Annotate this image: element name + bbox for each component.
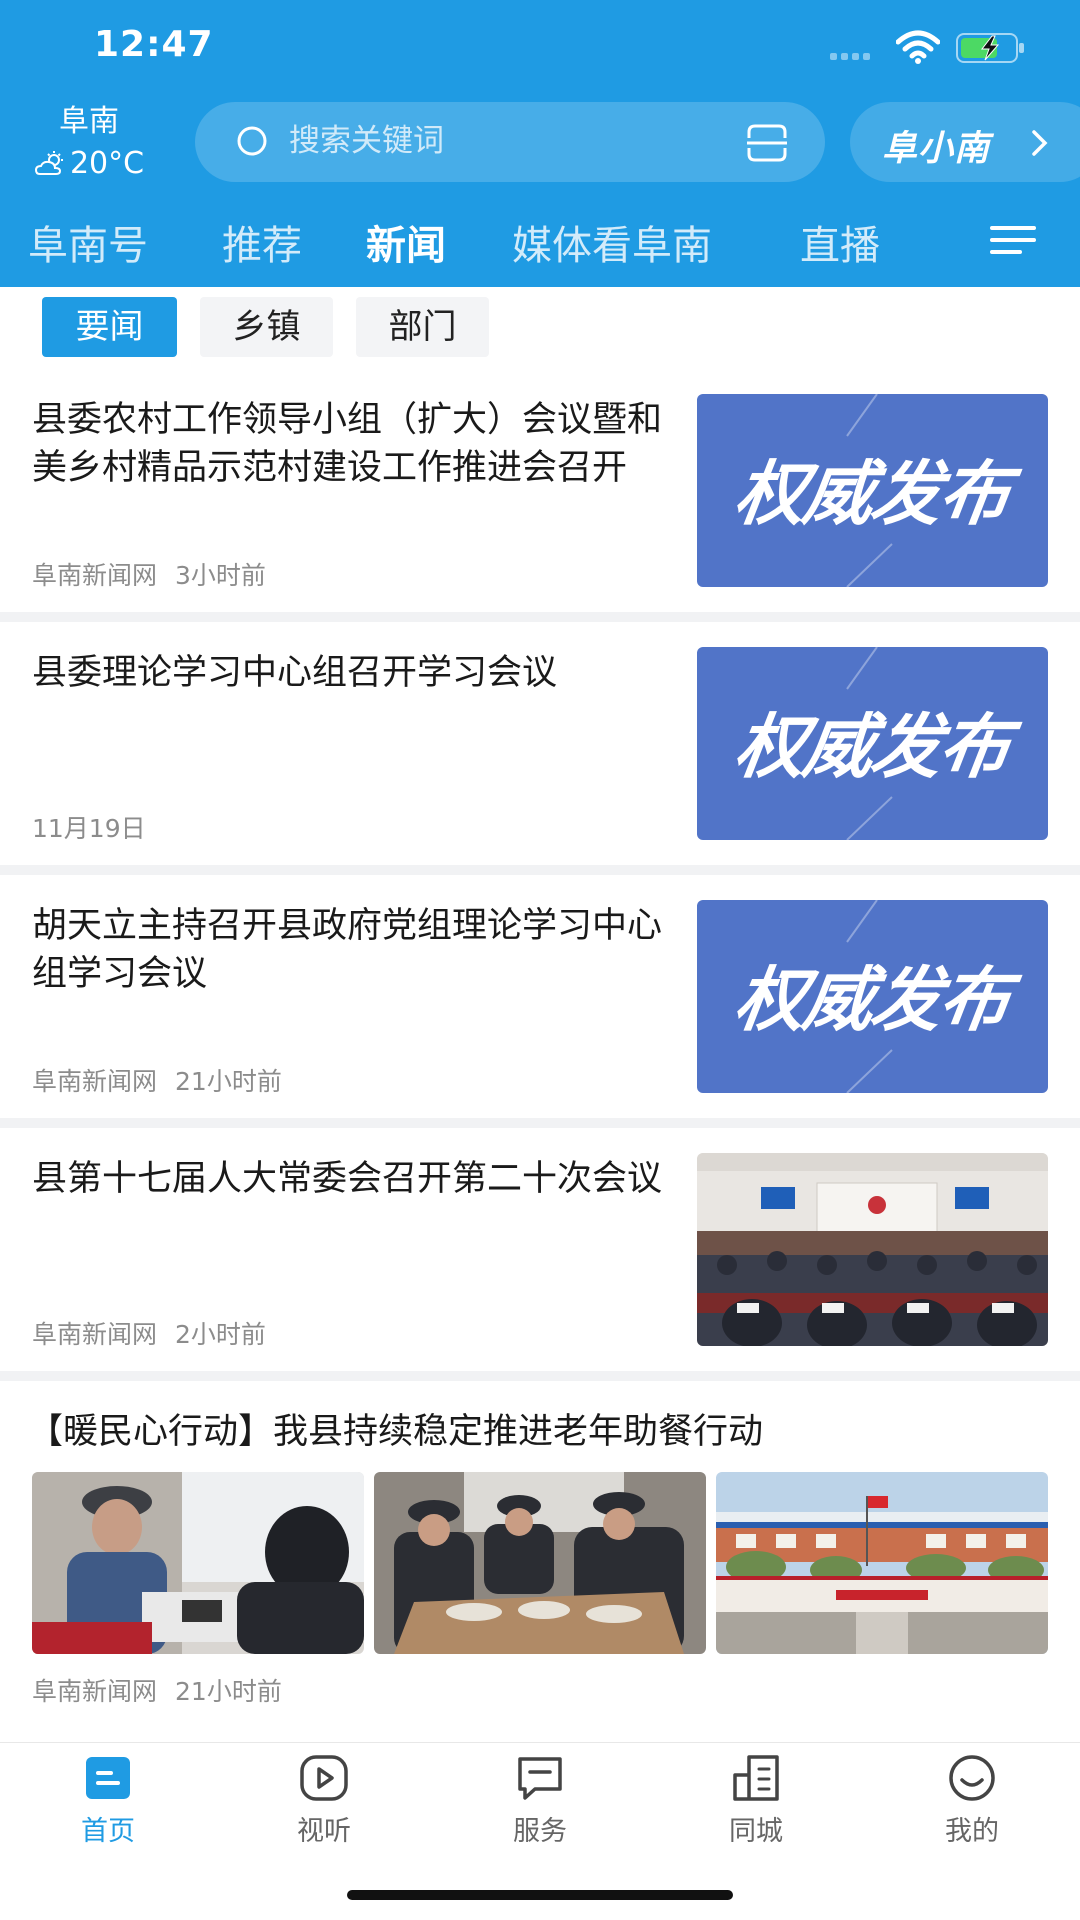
nav-mine[interactable]: 我的 [902,1753,1042,1848]
news-thumbnail: 权威发布 [697,900,1048,1093]
subtab-departments[interactable]: 部门 [356,297,489,357]
tab-news[interactable]: 新闻 [366,213,446,271]
service-icon [518,1757,562,1800]
assistant-button[interactable]: 阜小南 [850,102,1080,182]
subtab-headlines[interactable]: 要闻 [42,297,177,357]
meeting-photo [697,1153,1048,1346]
temperature: 20°C [69,146,145,181]
nav-service[interactable]: 服务 [470,1753,610,1848]
news-item[interactable]: 县第十七届人大常委会召开第二十次会议 阜南新闻网 2小时前 [0,1151,1080,1371]
news-time: 21小时前 [175,1067,282,1096]
news-source: 阜南新闻网 [32,1067,158,1096]
chevron-right-icon [1032,130,1048,156]
divider [0,1118,1080,1128]
news-meta: 阜南新闻网 2小时前 [32,1315,266,1351]
news-title: 县第十七届人大常委会召开第二十次会议 [32,1159,662,1199]
banner-text: 权威发布 [729,959,1014,1041]
news-title: 县委农村工作领导小组（扩大）会议暨和美乡村精品示范村建设工作推进会召开 [32,400,662,488]
home-icon [86,1757,130,1799]
authority-release-banner: 权威发布 [697,647,1048,840]
news-title: 县委理论学习中心组召开学习会议 [32,653,558,693]
scan-icon[interactable] [745,124,789,162]
status-time: 12:47 [94,24,214,65]
nav-service-label: 服务 [513,1816,567,1847]
divider [0,612,1080,622]
status-bar: 12:47 [0,0,1080,95]
news-image [374,1472,706,1654]
elderly-dining-photo [374,1472,706,1654]
banner-text: 权威发布 [729,706,1014,788]
divider [0,1371,1080,1381]
nav-video-label: 视听 [297,1816,351,1847]
channel-tabs: 阜南号 推荐 新闻 媒体看阜南 直播 [0,205,1080,275]
news-image [32,1472,364,1654]
menu-icon[interactable] [990,223,1036,257]
battery-icon [956,33,1024,63]
nav-home[interactable]: 首页 [38,1753,178,1848]
news-time: 2小时前 [175,1320,266,1349]
news-time: 11月19日 [32,814,146,843]
authority-release-banner: 权威发布 [697,394,1048,587]
search-bar[interactable] [195,102,825,182]
cellular-signal-icon [830,53,870,60]
wifi-icon [896,30,940,64]
city-name: 阜南 [59,104,119,139]
news-thumbnail [697,1153,1048,1346]
assistant-label: 阜小南 [882,129,991,169]
tab-recommend[interactable]: 推荐 [222,213,302,271]
nav-city[interactable]: 同城 [686,1753,826,1848]
divider [0,865,1080,875]
news-thumbnail: 权威发布 [697,394,1048,587]
search-icon [237,126,267,156]
news-time: 21小时前 [175,1677,282,1706]
nav-city-label: 同城 [729,1816,783,1847]
news-meta: 阜南新闻网 3小时前 [32,556,266,592]
smile-icon [949,1755,995,1801]
elderly-center-building-photo [716,1472,1048,1654]
news-source: 阜南新闻网 [32,1320,158,1349]
news-meta: 阜南新闻网 21小时前 [32,1062,282,1098]
authority-release-banner: 权威发布 [697,900,1048,1093]
elderly-meal-card-photo [32,1472,364,1654]
home-indicator[interactable] [347,1890,733,1900]
tab-funan-hao[interactable]: 阜南号 [28,213,148,271]
nav-home-label: 首页 [81,1816,135,1847]
news-title: 【暖民心行动】我县持续稳定推进老年助餐行动 [28,1412,764,1452]
news-thumbnail: 权威发布 [697,647,1048,840]
tab-media[interactable]: 媒体看阜南 [512,213,712,271]
search-input[interactable] [289,116,669,166]
cloudy-sun-icon [34,150,63,175]
banner-text: 权威发布 [729,453,1014,535]
news-item[interactable]: 县委理论学习中心组召开学习会议 11月19日 权威发布 [0,645,1080,865]
news-time: 3小时前 [175,561,266,590]
news-meta: 阜南新闻网 21小时前 [32,1672,282,1708]
news-meta: 11月19日 [32,809,146,845]
play-icon [300,1755,348,1801]
nav-mine-label: 我的 [945,1816,999,1847]
nav-video[interactable]: 视听 [254,1753,394,1848]
app-header: 12:47 阜南 20°C 搜索关键词 阜小南 阜南号 推荐 新闻 媒体看阜南 … [0,0,1080,287]
news-item[interactable]: 胡天立主持召开县政府党组理论学习中心组学习会议 阜南新闻网 21小时前 权威发布 [0,898,1080,1118]
news-title: 胡天立主持召开县政府党组理论学习中心组学习会议 [32,906,662,994]
subtab-towns[interactable]: 乡镇 [200,297,333,357]
city-icon [733,1755,779,1801]
news-source: 阜南新闻网 [32,561,158,590]
news-item[interactable]: 县委农村工作领导小组（扩大）会议暨和美乡村精品示范村建设工作推进会召开 阜南新闻… [0,392,1080,612]
location-weather[interactable]: 阜南 20°C [24,96,154,181]
news-source: 阜南新闻网 [32,1677,158,1706]
news-image [716,1472,1048,1654]
sub-tabs: 要闻 乡镇 部门 [0,287,1080,377]
tab-live[interactable]: 直播 [800,213,880,271]
